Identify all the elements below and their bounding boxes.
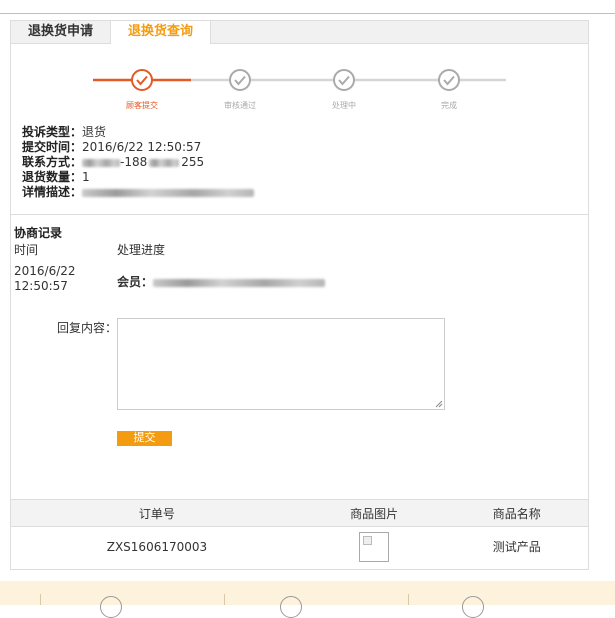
contact-label: 联系方式： <box>22 155 83 169</box>
submit-time-label: 提交时间： <box>22 140 83 154</box>
product-image-cell <box>303 527 446 567</box>
submit-time-value: 2016/6/22 12:50:57 <box>82 140 202 154</box>
table-row: ZXS1606170003 测试产品 <box>11 527 588 567</box>
negotiation-title: 协商记录 <box>14 226 63 240</box>
complaint-type-row: 投诉类型：退货 <box>22 125 254 140</box>
contact-name-redacted <box>82 158 121 167</box>
member-label: 会员： <box>117 275 154 289</box>
complaint-type-value: 退货 <box>82 125 107 139</box>
complaint-type-label: 投诉类型： <box>22 125 83 139</box>
detail-label: 详情描述： <box>22 185 83 199</box>
step-label-processing: 处理中 <box>332 101 356 110</box>
detail-redacted <box>82 188 255 197</box>
submit-time-row: 提交时间：2016/6/22 12:50:57 <box>22 140 254 155</box>
progress-steps: 顾客提交 审核通过 处理中 完成 <box>11 21 588 121</box>
footer-divider <box>40 594 41 605</box>
detail-row: 详情描述： <box>22 185 255 200</box>
negotiation-record-time: 2016/6/22 12:50:57 <box>14 264 76 293</box>
member-message-redacted <box>153 278 326 287</box>
footer-bar <box>0 581 615 618</box>
contact-phone-suffix: 255 <box>181 155 205 169</box>
step-label-complete: 完成 <box>441 101 457 110</box>
section-divider <box>11 214 588 215</box>
quantity-row: 退货数量：1 <box>22 170 254 185</box>
negotiation-col-time: 时间 <box>14 243 39 257</box>
header-product-name: 商品名称 <box>445 499 588 527</box>
order-table-header: 订单号 商品图片 商品名称 <box>11 499 588 527</box>
step-1-check-icon <box>131 69 153 91</box>
footer-divider <box>224 594 225 605</box>
step-4-check-icon <box>438 69 460 91</box>
resize-grip-icon[interactable] <box>435 400 443 408</box>
order-table: 订单号 商品图片 商品名称 ZXS1606170003 测试产品 <box>11 499 588 566</box>
step-label-approved: 审核通过 <box>224 101 256 110</box>
contact-phone-redacted <box>149 158 180 167</box>
reply-textarea[interactable] <box>117 318 445 410</box>
footer-circle-icon[interactable] <box>462 596 484 618</box>
step-2-check-icon <box>229 69 251 91</box>
header-order-no: 订单号 <box>11 499 303 527</box>
product-name: 测试产品 <box>492 540 541 554</box>
submit-reply-button[interactable]: 提交 <box>117 431 172 446</box>
contact-row: 联系方式： -188 255 <box>22 155 254 170</box>
step-3-check-icon <box>333 69 355 91</box>
quantity-label: 退货数量： <box>22 170 83 184</box>
footer-circle-icon[interactable] <box>280 596 302 618</box>
reply-label: 回复内容： <box>57 321 118 335</box>
return-query-panel: 退换货申请 退换货查询 顾客提交 审核通过 处理中 完成 投诉类型：退货 提交时… <box>10 20 589 570</box>
broken-image-icon[interactable] <box>359 531 390 562</box>
footer-circle-icon[interactable] <box>100 596 122 618</box>
contact-phone-prefix: -188 <box>120 155 148 169</box>
negotiation-col-progress: 处理进度 <box>117 243 166 257</box>
complaint-info: 投诉类型：退货 提交时间：2016/6/22 12:50:57 联系方式： -18… <box>22 125 255 200</box>
progress-track <box>93 69 506 91</box>
top-accent-line <box>0 13 615 14</box>
order-number: ZXS1606170003 <box>106 539 208 554</box>
step-label-submitted: 顾客提交 <box>126 101 158 110</box>
header-product-image: 商品图片 <box>302 499 446 527</box>
footer-divider <box>408 594 409 605</box>
quantity-value: 1 <box>82 170 90 184</box>
negotiation-member: 会员： <box>117 273 326 290</box>
